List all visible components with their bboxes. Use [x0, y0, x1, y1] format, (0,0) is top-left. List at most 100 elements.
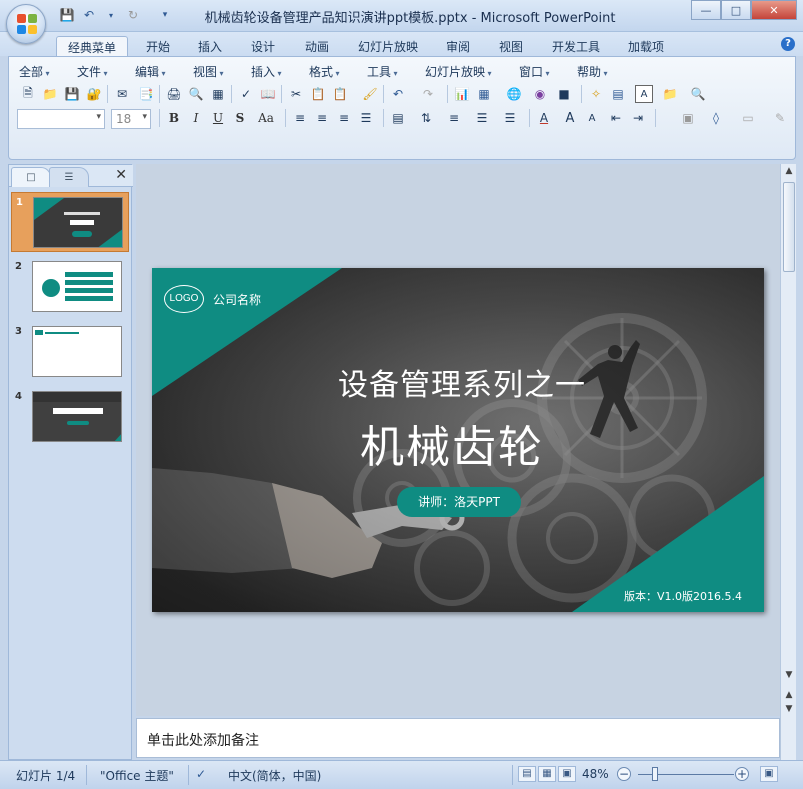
- spelling-icon[interactable]: ✓: [237, 85, 255, 103]
- menu-edit[interactable]: 编辑: [135, 63, 166, 80]
- slides-tab[interactable]: □: [11, 167, 51, 187]
- fill-color-icon[interactable]: ■: [555, 85, 573, 103]
- grow-font-icon[interactable]: A: [561, 109, 579, 127]
- bold-button[interactable]: B: [165, 109, 183, 127]
- scroll-thumb[interactable]: [783, 182, 795, 272]
- normal-view-button[interactable]: ▤: [518, 766, 536, 782]
- menu-tools[interactable]: 工具: [367, 63, 398, 80]
- tab-classic-menu[interactable]: 经典菜单: [56, 36, 128, 56]
- cut-icon[interactable]: ✂: [287, 85, 305, 103]
- menu-window[interactable]: 窗口: [519, 63, 550, 80]
- slide-thumbnail-1[interactable]: 1: [11, 192, 129, 252]
- shrink-font-icon[interactable]: A: [583, 109, 601, 127]
- dropdown-icon[interactable]: ▾: [102, 7, 120, 23]
- save-icon[interactable]: 💾: [63, 85, 81, 103]
- next-slide-icon[interactable]: ▼: [783, 704, 795, 716]
- arrange-icon[interactable]: ▣: [679, 109, 697, 127]
- quick-styles-icon[interactable]: ▭: [739, 109, 757, 127]
- slide-thumbnail-3[interactable]: 3: [11, 322, 129, 382]
- menu-view[interactable]: 视图: [193, 63, 224, 80]
- increase-indent-icon[interactable]: ⇥: [629, 109, 647, 127]
- notes-pane[interactable]: 单击此处添加备注: [136, 718, 780, 758]
- zoom-level[interactable]: 48%: [582, 767, 609, 781]
- zoom-out-icon[interactable]: −: [617, 767, 631, 781]
- maximize-button[interactable]: □: [721, 0, 751, 20]
- zoom-in-icon[interactable]: +: [735, 767, 749, 781]
- hyperlink-icon[interactable]: 🌐: [505, 85, 523, 103]
- menu-insert[interactable]: 插入: [251, 63, 282, 80]
- tab-animation[interactable]: 动画: [297, 36, 337, 56]
- close-button[interactable]: ✕: [751, 0, 797, 20]
- menu-file[interactable]: 文件: [77, 63, 108, 80]
- tab-review[interactable]: 审阅: [438, 36, 478, 56]
- redo-icon[interactable]: ↷: [419, 85, 437, 103]
- copy-icon[interactable]: 📋: [309, 85, 327, 103]
- new-slide-icon[interactable]: ✧: [587, 85, 605, 103]
- text-box-icon[interactable]: A: [635, 85, 653, 103]
- preview-icon[interactable]: 🔍: [187, 85, 205, 103]
- tab-slideshow[interactable]: 幻灯片放映: [355, 36, 421, 56]
- fit-to-window-icon[interactable]: ▣: [760, 766, 778, 782]
- align-center-icon[interactable]: ≡: [313, 109, 331, 127]
- scroll-down-icon[interactable]: ▼: [783, 670, 795, 682]
- help-icon[interactable]: ?: [781, 37, 795, 51]
- slide-sorter-button[interactable]: ▦: [538, 766, 556, 782]
- undo-icon[interactable]: ↶: [80, 7, 98, 23]
- text-direction-icon[interactable]: ⇅: [417, 109, 435, 127]
- spell-check-icon[interactable]: ✓: [196, 767, 206, 781]
- format-painter-icon[interactable]: 🖌: [361, 85, 379, 103]
- menu-help[interactable]: 帮助: [577, 63, 608, 80]
- research-icon[interactable]: 📖: [259, 85, 277, 103]
- paste-icon[interactable]: 📋: [331, 85, 349, 103]
- underline-button[interactable]: U: [209, 109, 227, 127]
- slide-thumbnail-4[interactable]: 4: [11, 387, 129, 447]
- language-status[interactable]: 中文(简体，中国): [228, 767, 321, 784]
- menu-format[interactable]: 格式: [309, 63, 340, 80]
- email-icon[interactable]: ✉: [113, 85, 131, 103]
- shapes-icon[interactable]: ◊: [707, 109, 725, 127]
- tab-addins[interactable]: 加载项: [624, 36, 668, 56]
- lecturer-badge[interactable]: 讲师：洛天PPT: [397, 487, 521, 517]
- columns-icon[interactable]: ▤: [389, 109, 407, 127]
- theme-name[interactable]: "Office 主题": [100, 767, 174, 784]
- menu-all[interactable]: 全部: [19, 63, 50, 80]
- layout-icon[interactable]: ▤: [609, 85, 627, 103]
- tab-developer[interactable]: 开发工具: [548, 36, 604, 56]
- slide-canvas[interactable]: LOGO 公司名称 设备管理系列之一 机械齿轮 讲师：洛天PPT 版本：V1.0…: [152, 268, 764, 612]
- grid-icon[interactable]: ▦: [209, 85, 227, 103]
- minimize-button[interactable]: —: [691, 0, 721, 20]
- shape-fill-icon[interactable]: ✎: [771, 109, 789, 127]
- chart-icon[interactable]: 📊: [453, 85, 471, 103]
- zoom-slider-handle[interactable]: [652, 767, 658, 781]
- redo-icon[interactable]: ↻: [124, 7, 142, 23]
- print-icon[interactable]: 🖨: [165, 85, 183, 103]
- color-grayscale-icon[interactable]: ◉: [531, 85, 549, 103]
- permission-icon[interactable]: 🔐: [85, 85, 103, 103]
- vertical-scrollbar[interactable]: ▲ ▼ ▲ ▼: [780, 164, 796, 760]
- align-left-icon[interactable]: ≡: [291, 109, 309, 127]
- save-icon[interactable]: 💾: [58, 7, 76, 23]
- office-button[interactable]: [6, 4, 46, 44]
- font-color-icon[interactable]: A: [535, 109, 553, 127]
- scroll-up-icon[interactable]: ▲: [783, 166, 795, 178]
- shadow-button[interactable]: S: [231, 109, 249, 127]
- slide-thumbnail-2[interactable]: 2: [11, 257, 129, 317]
- zoom-find-icon[interactable]: 🔍: [689, 85, 707, 103]
- justify-icon[interactable]: ☰: [357, 109, 375, 127]
- slide-subtitle[interactable]: 设备管理系列之一: [302, 360, 622, 404]
- slide-title[interactable]: 机械齿轮: [302, 411, 602, 475]
- open-folder-icon[interactable]: 📁: [41, 85, 59, 103]
- tab-view[interactable]: 视图: [491, 36, 531, 56]
- decrease-indent-icon[interactable]: ⇤: [607, 109, 625, 127]
- tab-design[interactable]: 设计: [243, 36, 283, 56]
- print-preview-icon[interactable]: 📑: [137, 85, 155, 103]
- new-document-icon[interactable]: 🗎: [19, 85, 37, 103]
- tab-insert[interactable]: 插入: [190, 36, 230, 56]
- outline-tab[interactable]: ☰: [49, 167, 89, 187]
- font-name-combo[interactable]: [17, 109, 105, 129]
- slideshow-view-button[interactable]: ▣: [558, 766, 576, 782]
- bullets-icon[interactable]: ☰: [501, 109, 519, 127]
- change-case-button[interactable]: Aa: [253, 109, 279, 127]
- prev-slide-icon[interactable]: ▲: [783, 690, 795, 702]
- numbering-icon[interactable]: ☰: [473, 109, 491, 127]
